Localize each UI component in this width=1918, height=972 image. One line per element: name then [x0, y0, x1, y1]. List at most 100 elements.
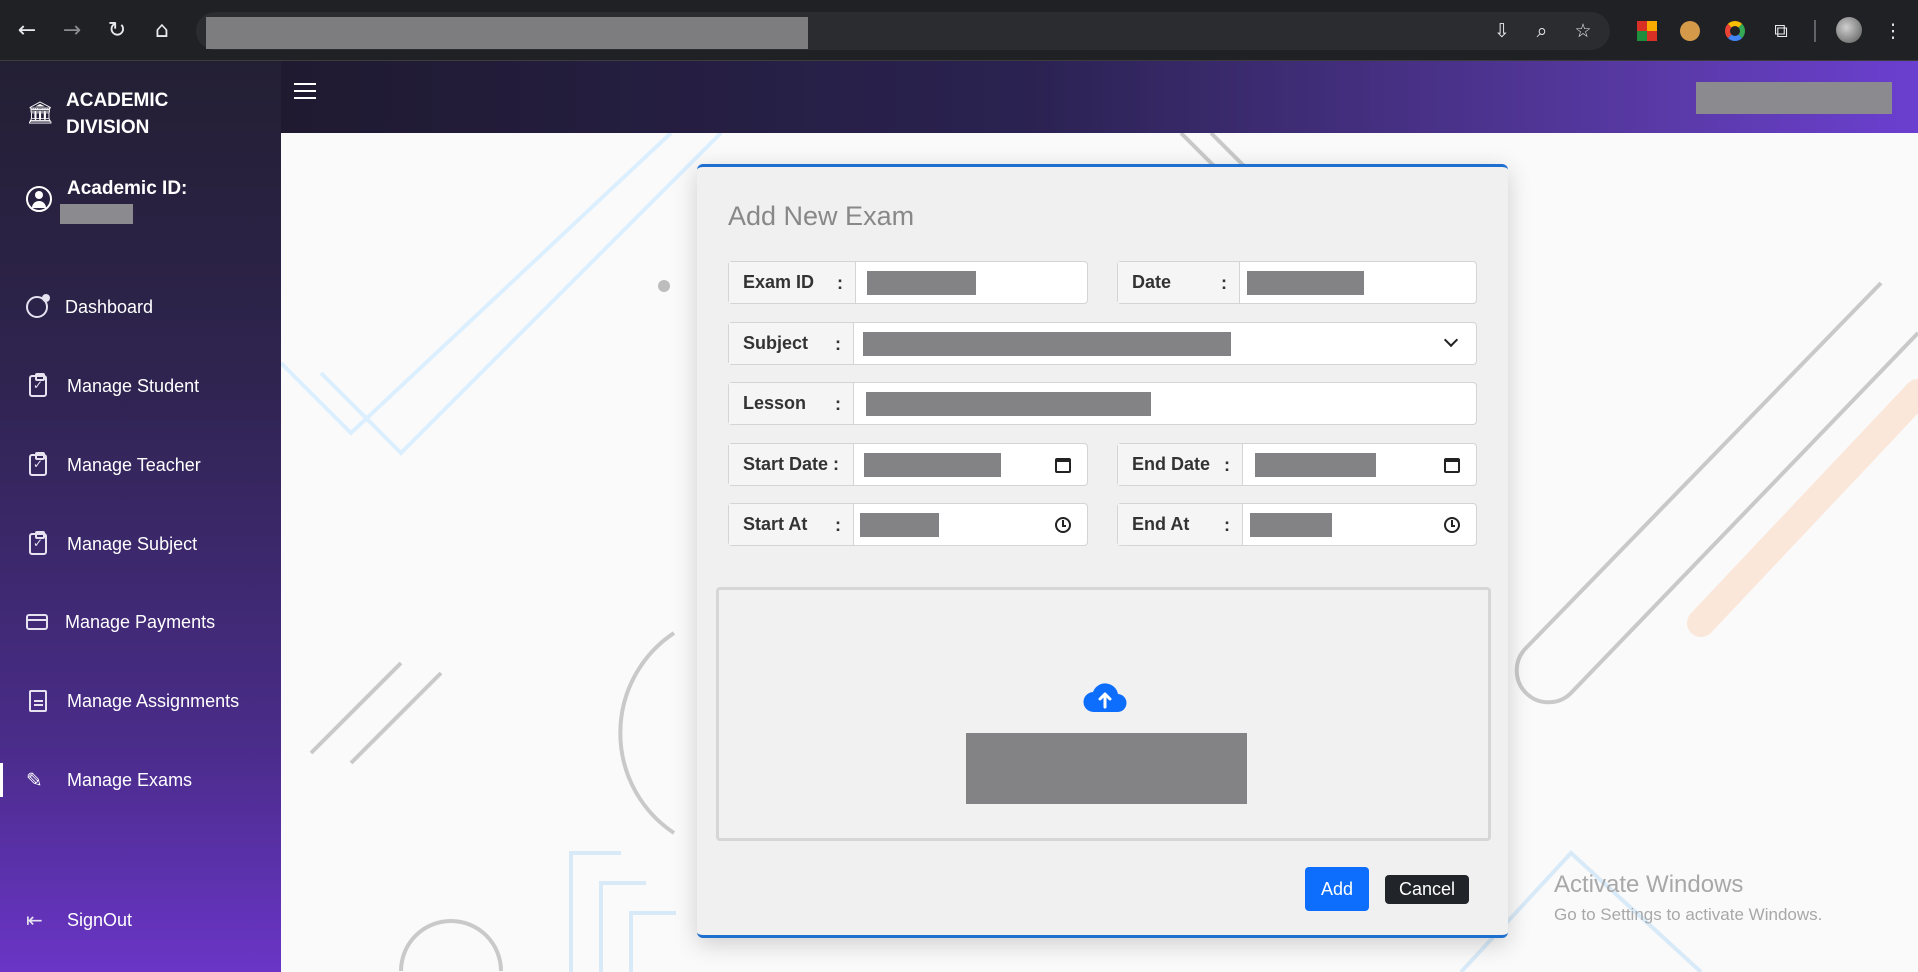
toolbar-divider	[1814, 20, 1816, 42]
start-at-label-text: Start At	[743, 514, 808, 534]
exam-id-input[interactable]	[856, 262, 1087, 303]
sidebar: 🏛 ACADEMIC DIVISION Academic ID: Dashboa…	[0, 61, 281, 972]
subject-label: Subject :	[729, 323, 854, 364]
exam-id-field[interactable]: Exam ID :	[728, 261, 1088, 304]
profile-avatar[interactable]	[1836, 17, 1862, 43]
cloud-upload-icon	[1083, 683, 1127, 713]
more-menu-icon[interactable]: ⋮	[1880, 18, 1906, 44]
user-circle-icon	[26, 186, 52, 212]
address-bar[interactable]	[196, 12, 1610, 50]
forward-icon[interactable]: →	[57, 16, 87, 46]
end-at-label: End At :	[1118, 504, 1243, 545]
date-label-text: Date	[1132, 272, 1172, 292]
redacted-academic-id	[60, 204, 133, 224]
zoom-icon[interactable]: ⌕	[1529, 18, 1555, 44]
subject-label-text: Subject	[743, 333, 809, 353]
start-at-label: Start At :	[729, 504, 854, 545]
cancel-button[interactable]: Cancel	[1385, 875, 1469, 904]
school-icon: 🏛	[26, 101, 54, 126]
top-bar	[281, 61, 1918, 133]
sidebar-item-manage-assignments[interactable]: Manage Assignments	[0, 678, 281, 724]
start-at-field[interactable]: Start At :	[728, 503, 1088, 546]
watermark-subtitle: Go to Settings to activate Windows.	[1554, 905, 1823, 924]
browser-toolbar: ← → ↻ ⌂ ⇩ ⌕ ☆ ⧉ ⋮	[0, 0, 1918, 61]
sidebar-item-label: Manage Assignments	[67, 690, 240, 711]
lesson-label-text: Lesson	[743, 393, 807, 413]
sidebar-item-manage-teacher[interactable]: Manage Teacher	[0, 442, 281, 488]
exam-id-label-text: Exam ID	[743, 272, 815, 292]
redacted-value	[1255, 453, 1376, 477]
edit-icon: ✎	[26, 768, 43, 792]
colon: :	[837, 273, 843, 293]
start-at-input[interactable]	[854, 504, 1087, 545]
redacted-value	[864, 453, 1001, 477]
redacted-value	[863, 332, 1231, 356]
colon: :	[1224, 455, 1230, 475]
colon: :	[1221, 273, 1227, 293]
brand-title: ACADEMIC DIVISION	[66, 90, 169, 138]
clipboard-check-icon	[29, 531, 47, 555]
end-date-field[interactable]: End Date :	[1117, 443, 1477, 486]
lesson-label: Lesson :	[729, 383, 854, 424]
sidebar-item-manage-subject[interactable]: Manage Subject	[0, 521, 281, 567]
signout-icon: ⇤	[26, 908, 43, 932]
credit-card-icon	[26, 614, 48, 630]
colon: :	[835, 334, 841, 354]
signout-button[interactable]: ⇤ SignOut	[0, 897, 281, 943]
end-at-field[interactable]: End At :	[1117, 503, 1477, 546]
date-input[interactable]	[1240, 262, 1476, 303]
sidebar-item-manage-exams[interactable]: ✎ Manage Exams	[0, 757, 281, 803]
home-icon[interactable]: ⌂	[147, 16, 177, 46]
redacted-value	[866, 392, 1151, 416]
lesson-field[interactable]: Lesson :	[728, 382, 1477, 425]
start-date-label-text: Start Date :	[743, 454, 840, 474]
extension-icon[interactable]	[1637, 21, 1657, 41]
color-extension-icon[interactable]	[1725, 21, 1745, 41]
date-field[interactable]: Date :	[1117, 261, 1477, 304]
sidebar-item-dashboard[interactable]: Dashboard	[0, 284, 281, 330]
subject-field[interactable]: Subject :	[728, 322, 1477, 365]
calendar-icon[interactable]	[1055, 458, 1071, 473]
chevron-down-icon	[1443, 332, 1459, 348]
sidebar-item-manage-student[interactable]: Manage Student	[0, 363, 281, 409]
end-at-input[interactable]	[1243, 504, 1476, 545]
add-exam-modal: Add New Exam Exam ID : Date : Subject :	[697, 164, 1508, 938]
redacted-value	[860, 513, 939, 537]
add-button[interactable]: Add	[1305, 867, 1369, 911]
end-date-label-text: End Date	[1132, 454, 1211, 474]
start-date-label: Start Date :	[729, 444, 854, 485]
calendar-icon[interactable]	[1444, 458, 1460, 473]
cookie-extension-icon[interactable]	[1680, 21, 1700, 41]
signout-label: SignOut	[67, 909, 133, 930]
sidebar-item-label: Manage Teacher	[67, 454, 201, 475]
redacted-value	[867, 271, 976, 295]
hamburger-menu-icon[interactable]	[294, 83, 316, 101]
clipboard-check-icon	[29, 452, 47, 476]
file-upload-dropzone[interactable]	[716, 587, 1491, 841]
start-date-field[interactable]: Start Date :	[728, 443, 1088, 486]
clock-icon[interactable]	[1055, 517, 1071, 533]
back-icon[interactable]: ←	[12, 16, 42, 46]
date-label: Date :	[1118, 262, 1240, 303]
colon: :	[835, 394, 841, 414]
lesson-input[interactable]	[854, 383, 1476, 424]
extensions-icon[interactable]: ⧉	[1768, 18, 1794, 44]
clipboard-check-icon	[29, 373, 47, 397]
colon: :	[835, 515, 841, 535]
redacted-value	[1247, 271, 1364, 295]
subject-select[interactable]	[854, 323, 1476, 364]
clock-icon[interactable]	[1444, 517, 1460, 533]
bookmark-star-icon[interactable]: ☆	[1570, 18, 1596, 44]
redacted-user-info	[1696, 82, 1892, 114]
end-date-input[interactable]	[1243, 444, 1476, 485]
modal-title: Add New Exam	[728, 201, 915, 231]
sidebar-item-manage-payments[interactable]: Manage Payments	[0, 599, 281, 645]
exam-id-label: Exam ID :	[729, 262, 856, 303]
reload-icon[interactable]: ↻	[102, 16, 132, 46]
install-icon[interactable]: ⇩	[1489, 18, 1515, 44]
start-date-input[interactable]	[854, 444, 1087, 485]
sidebar-item-label: Manage Student	[67, 375, 200, 396]
brand: 🏛 ACADEMIC DIVISION	[26, 87, 266, 141]
sidebar-item-label: Manage Exams	[67, 769, 193, 790]
colon: :	[1224, 515, 1230, 535]
